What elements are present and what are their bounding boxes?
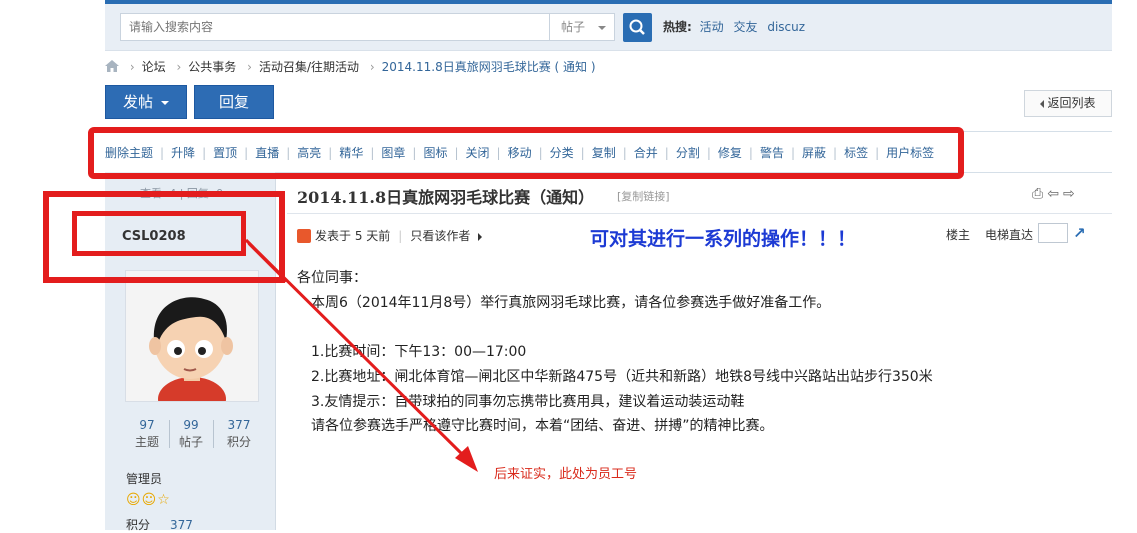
annotation-arrow <box>244 238 478 472</box>
annotation-red: 后来证实，此处为员工号 <box>494 467 638 482</box>
